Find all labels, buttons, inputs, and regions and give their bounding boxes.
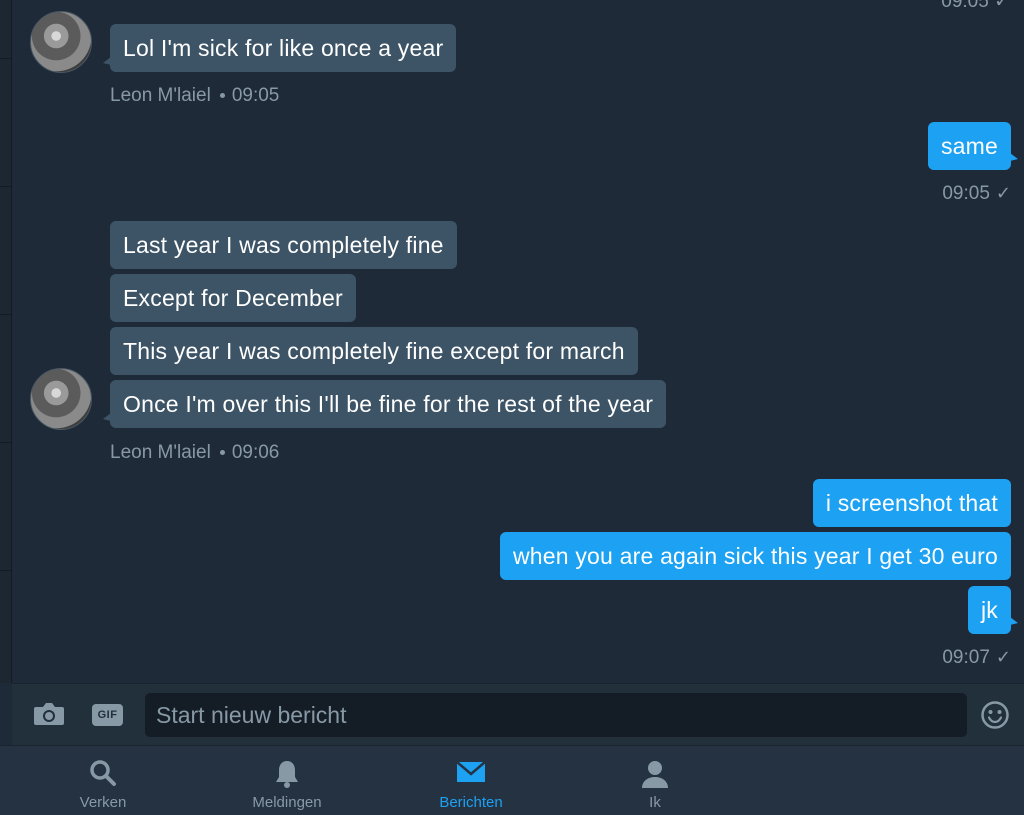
sender-name: Leon M'laiel — [110, 442, 211, 463]
outgoing-message[interactable]: same — [927, 122, 1019, 170]
message-meta: 09:07 ✓ — [942, 647, 1011, 669]
search-icon — [90, 760, 116, 786]
sent-check-icon: ✓ — [995, 183, 1011, 203]
sent-check-icon: ✓ — [995, 647, 1011, 667]
incoming-message[interactable]: Lol I'm sick for like once a year — [102, 24, 457, 72]
separator-dot — [219, 450, 225, 455]
tab-verken[interactable]: Verken — [28, 746, 178, 815]
message-time: 09:07 — [942, 647, 990, 668]
tab-ik[interactable]: Ik — [580, 746, 730, 815]
envelope-icon — [456, 761, 486, 782]
emoji-icon[interactable] — [980, 700, 1010, 730]
avatar[interactable] — [30, 368, 92, 430]
message-meta: Leon M'laiel 09:06 — [110, 442, 279, 464]
outgoing-message[interactable]: i screenshot that — [812, 479, 1011, 527]
messages-screen: 09:05 ✓ Lol I'm sick for like once a yea… — [0, 0, 1024, 815]
camera-icon[interactable] — [33, 701, 65, 727]
incoming-message[interactable]: Last year I was completely fine — [110, 221, 457, 269]
tab-label: Ik — [649, 794, 661, 811]
tab-meldingen[interactable]: Meldingen — [212, 746, 362, 815]
tab-label: Verken — [79, 794, 127, 811]
gif-button[interactable]: GIF — [92, 704, 123, 726]
message-composer: GIF — [12, 683, 1024, 745]
incoming-message[interactable]: This year I was completely fine except f… — [110, 327, 638, 375]
person-icon — [642, 761, 668, 788]
bell-icon — [276, 761, 298, 788]
sender-name: Leon M'laiel — [110, 85, 211, 106]
message-meta: 09:05 ✓ — [942, 183, 1011, 205]
tab-label: Berichten — [439, 794, 503, 811]
separator-dot — [219, 93, 225, 98]
tab-berichten[interactable]: Berichten — [396, 746, 546, 815]
left-list-rail — [0, 0, 12, 683]
incoming-message[interactable]: Once I'm over this I'll be fine for the … — [102, 380, 667, 428]
outgoing-message[interactable]: when you are again sick this year I get … — [499, 532, 1011, 580]
message-time: 09:06 — [231, 442, 280, 463]
message-meta: Leon M'laiel 09:05 — [110, 85, 279, 107]
clipped-timestamp: 09:05 ✓ — [941, 0, 1010, 12]
incoming-message[interactable]: Except for December — [110, 274, 356, 322]
message-time: 09:05 — [942, 183, 990, 204]
outgoing-message[interactable]: jk — [967, 586, 1019, 634]
message-thread[interactable]: 09:05 ✓ Lol I'm sick for like once a yea… — [12, 0, 1024, 683]
message-input[interactable] — [145, 693, 967, 737]
bottom-tab-bar: Verken Meldingen Berichten Ik — [0, 745, 1024, 815]
tab-label: Meldingen — [252, 794, 322, 811]
avatar[interactable] — [30, 11, 92, 73]
message-time: 09:05 — [231, 85, 280, 106]
